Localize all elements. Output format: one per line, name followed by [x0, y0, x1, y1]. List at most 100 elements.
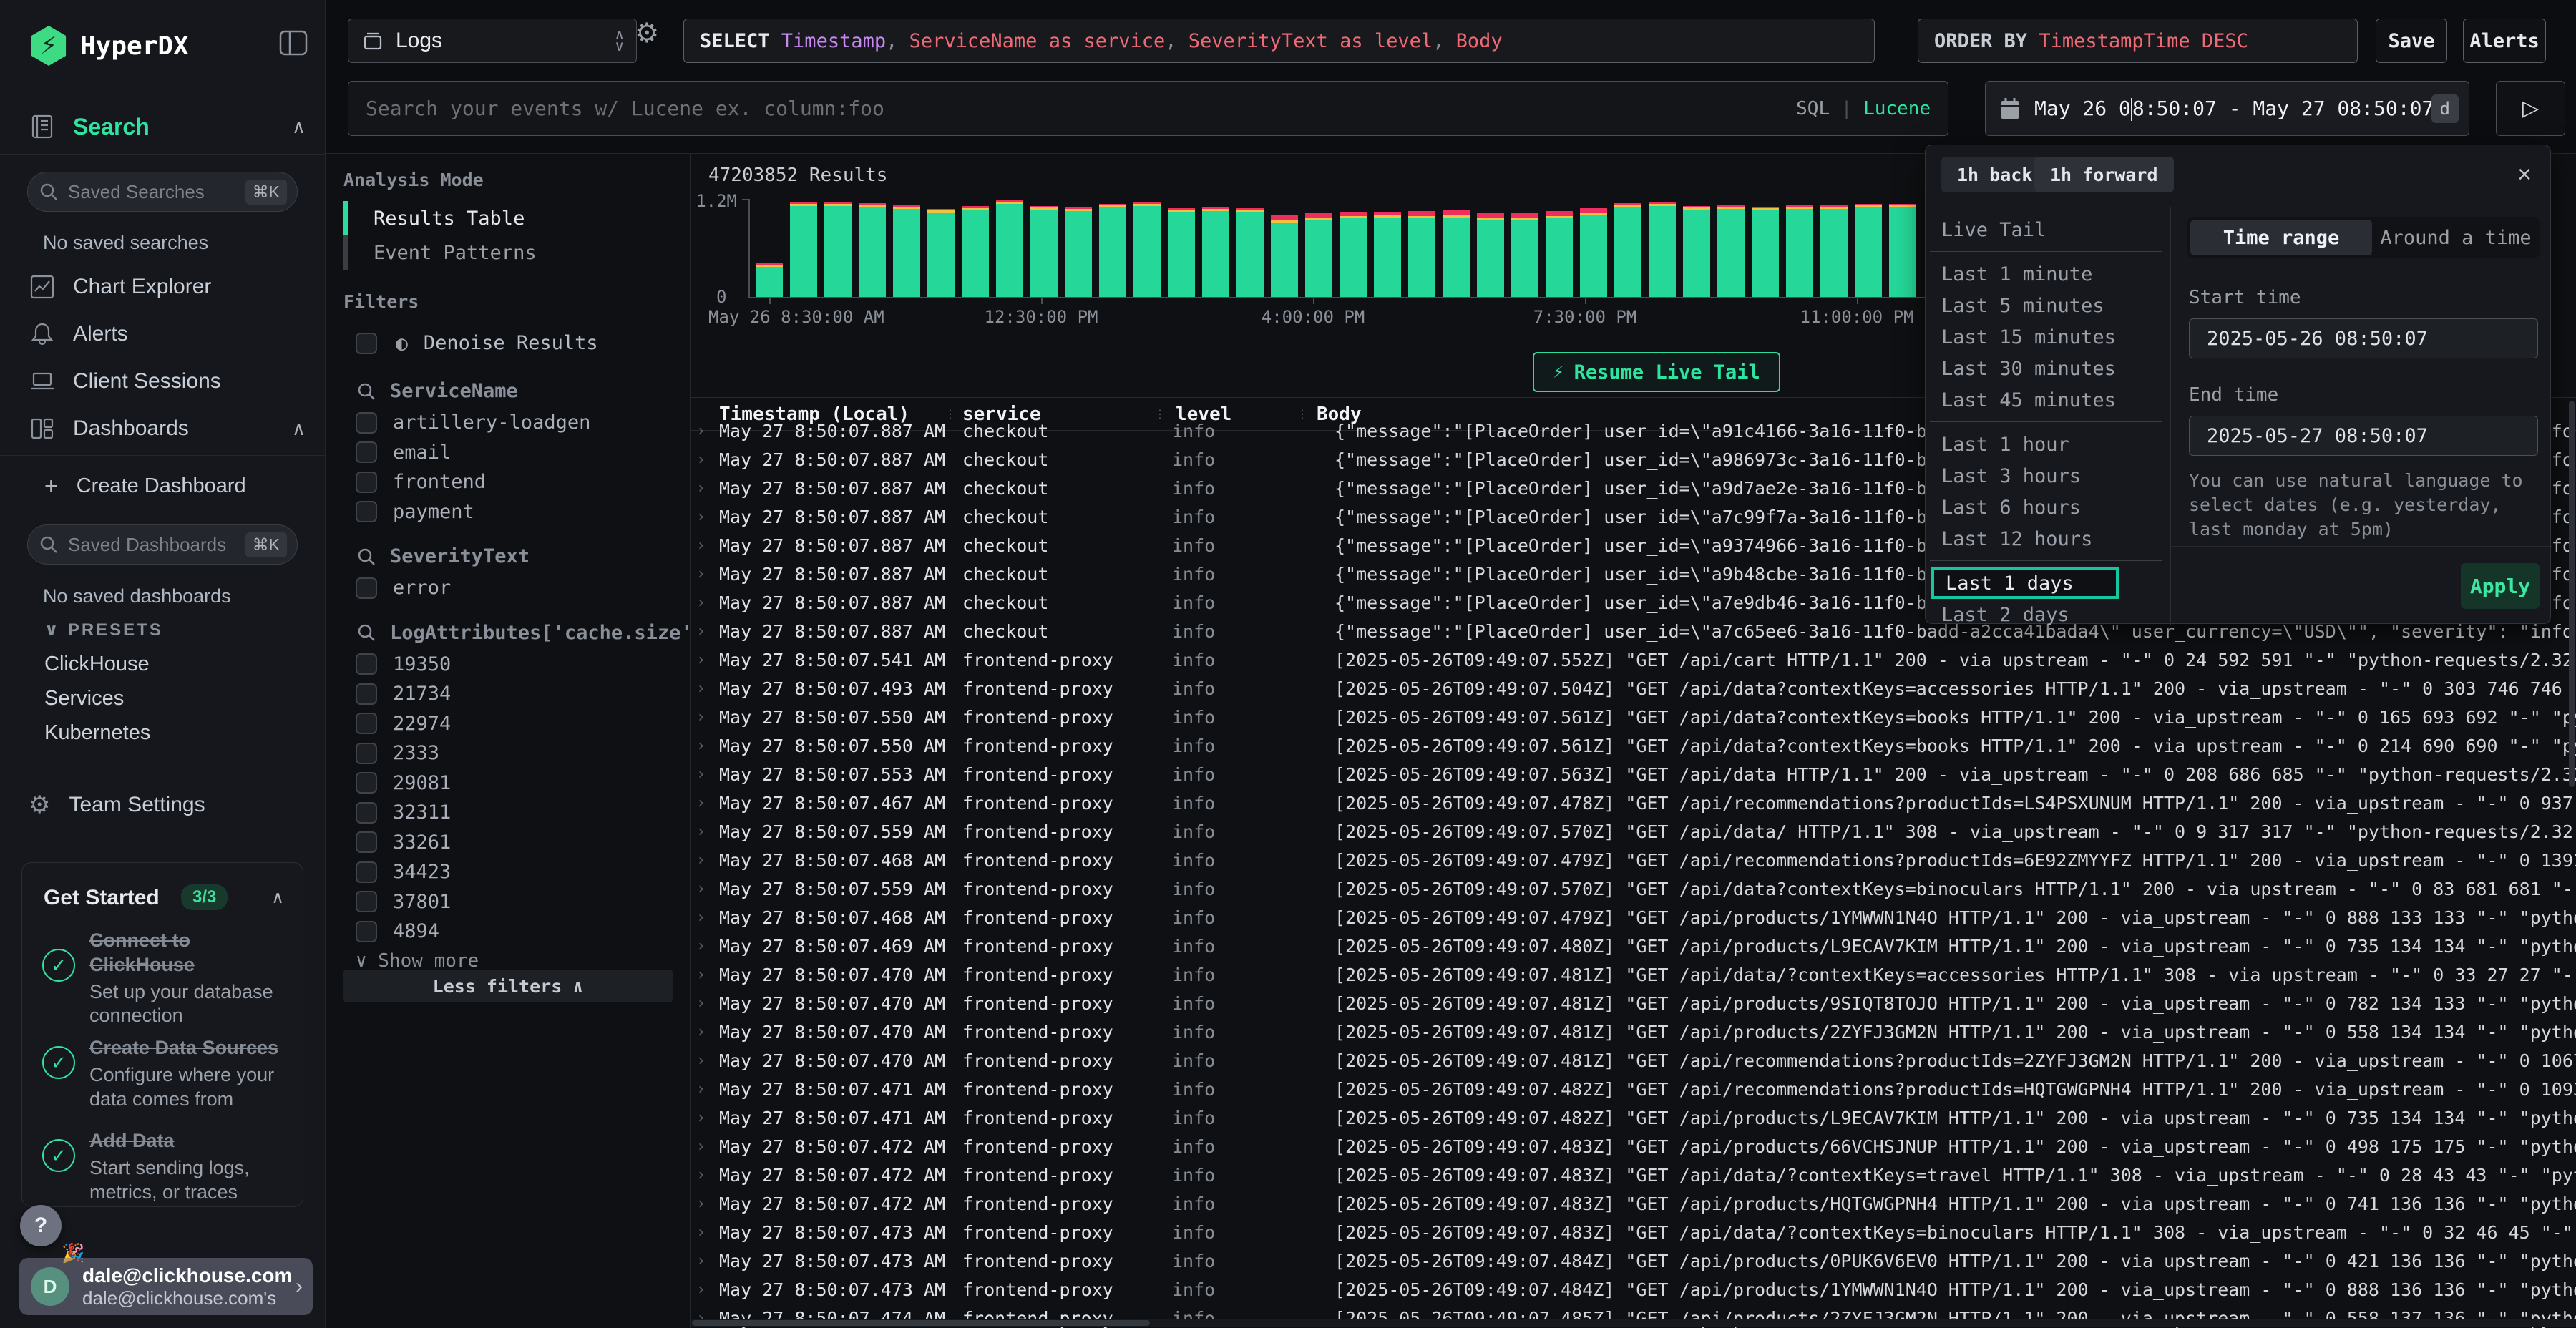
row-expand-chevron-icon[interactable]: › [696, 651, 719, 669]
log-row[interactable]: ›May 27 8:50:07.550 AMfrontend-proxyinfo… [691, 703, 2576, 731]
one-hour-back-button[interactable]: 1h back [1941, 157, 2048, 192]
log-row[interactable]: ›May 27 8:50:07.470 AMfrontend-proxyinfo… [691, 989, 2576, 1017]
log-row[interactable]: ›May 27 8:50:07.472 AMfrontend-proxyinfo… [691, 1132, 2576, 1161]
log-row[interactable]: ›May 27 8:50:07.470 AMfrontend-proxyinfo… [691, 960, 2576, 989]
saved-searches-input[interactable]: Saved Searches ⌘K [27, 172, 298, 212]
row-expand-chevron-icon[interactable]: › [696, 680, 719, 698]
log-row[interactable]: ›May 27 8:50:07.468 AMfrontend-proxyinfo… [691, 846, 2576, 874]
time-option-last-15-minutes[interactable]: Last 15 minutes [1926, 321, 2162, 353]
histogram-bar[interactable] [927, 209, 955, 297]
histogram-bar[interactable] [962, 206, 989, 297]
row-expand-chevron-icon[interactable]: › [696, 479, 719, 497]
filter-value-checkbox[interactable]: 19350 [356, 653, 451, 675]
row-expand-chevron-icon[interactable]: › [696, 737, 719, 755]
less-filters-button[interactable]: Less filters ∧ [343, 970, 673, 1002]
time-option-live-tail[interactable]: Live Tail [1926, 214, 2162, 245]
row-expand-chevron-icon[interactable]: › [696, 508, 719, 526]
histogram-bar[interactable] [756, 263, 783, 297]
get-started-item[interactable]: ✓ Create Data Sources Configure where yo… [42, 1036, 290, 1111]
mode-sql[interactable]: SQL [1796, 98, 1830, 119]
get-started-item[interactable]: ✓ Connect to ClickHouse Set up your data… [42, 929, 290, 1028]
sidebar-item-client-sessions[interactable]: Client Sessions [0, 361, 326, 402]
vertical-scrollbar-thumb[interactable] [2569, 401, 2575, 787]
log-row[interactable]: ›May 27 8:50:07.472 AMfrontend-proxyinfo… [691, 1189, 2576, 1218]
row-expand-chevron-icon[interactable]: › [696, 794, 719, 812]
histogram-bar[interactable] [1683, 206, 1710, 297]
histogram-bar[interactable] [1168, 208, 1195, 297]
resume-live-tail-button[interactable]: ⚡ Resume Live Tail [1533, 352, 1780, 392]
histogram-bar[interactable] [1271, 215, 1298, 297]
time-option-last-5-minutes[interactable]: Last 5 minutes [1926, 290, 2162, 321]
create-dashboard-button[interactable]: + Create Dashboard [0, 467, 326, 505]
log-row[interactable]: ›May 27 8:50:07.559 AMfrontend-proxyinfo… [691, 874, 2576, 903]
sql-select-input[interactable]: SELECT Timestamp, ServiceName as service… [683, 19, 1875, 63]
row-expand-chevron-icon[interactable]: › [696, 1281, 719, 1299]
tab-time-range[interactable]: Time range [2190, 220, 2372, 255]
preset-clickhouse[interactable]: ClickHouse [44, 653, 150, 676]
horizontal-scrollbar-thumb[interactable] [692, 1320, 1150, 1326]
date-range-input[interactable]: May 26 08:50:07 - May 27 08:50:07 d [1985, 81, 2469, 136]
end-time-input[interactable]: 2025-05-27 08:50:07 [2189, 416, 2538, 456]
histogram-bar[interactable] [1202, 208, 1229, 297]
histogram-bar[interactable] [1340, 212, 1367, 297]
histogram-bar[interactable] [1546, 211, 1573, 297]
time-option-last-30-minutes[interactable]: Last 30 minutes [1926, 353, 2162, 384]
filter-value-checkbox[interactable]: artillery-loadgen [356, 411, 590, 434]
log-row[interactable]: ›May 27 8:50:07.559 AMfrontend-proxyinfo… [691, 817, 2576, 846]
log-row[interactable]: ›May 27 8:50:07.473 AMfrontend-proxyinfo… [691, 1275, 2576, 1304]
filter-value-checkbox[interactable]: 34423 [356, 861, 451, 883]
filter-value-checkbox[interactable]: 32311 [356, 801, 451, 824]
row-expand-chevron-icon[interactable]: › [696, 1138, 719, 1156]
log-row[interactable]: ›May 27 8:50:07.467 AMfrontend-proxyinfo… [691, 788, 2576, 817]
apply-button[interactable]: Apply [2461, 563, 2540, 609]
row-expand-chevron-icon[interactable]: › [696, 1252, 719, 1270]
run-query-button[interactable]: ▷ [2496, 81, 2565, 136]
histogram-bar[interactable] [1374, 212, 1401, 297]
search-input[interactable]: Search your events w/ Lucene ex. column:… [348, 81, 1948, 136]
histogram-bar[interactable] [1889, 204, 1916, 297]
filter-value-checkbox[interactable]: error [356, 577, 451, 599]
close-icon[interactable]: × [2517, 161, 2532, 189]
log-row[interactable]: ›May 27 8:50:07.550 AMfrontend-proxyinfo… [691, 731, 2576, 760]
histogram-bar[interactable] [1408, 211, 1435, 297]
histogram-bar[interactable] [1752, 207, 1779, 297]
histogram-bar[interactable] [1236, 208, 1264, 297]
presets-header[interactable]: ∨ PRESETS [44, 620, 163, 640]
row-expand-chevron-icon[interactable]: › [696, 1195, 719, 1213]
row-expand-chevron-icon[interactable]: › [696, 851, 719, 869]
row-expand-chevron-icon[interactable]: › [696, 451, 719, 469]
row-expand-chevron-icon[interactable]: › [696, 1224, 719, 1241]
denoise-results-checkbox[interactable]: ◐ Denoise Results [356, 331, 598, 355]
filter-value-checkbox[interactable]: email [356, 441, 451, 464]
histogram-bar[interactable] [1580, 208, 1607, 297]
row-expand-chevron-icon[interactable]: › [696, 995, 719, 1012]
filter-value-checkbox[interactable]: frontend [356, 471, 486, 493]
log-row[interactable]: ›May 27 8:50:07.471 AMfrontend-proxyinfo… [691, 1103, 2576, 1132]
histogram-bar[interactable] [996, 200, 1023, 297]
tab-around-a-time[interactable]: Around a time [2372, 217, 2540, 258]
histogram-bar[interactable] [1099, 204, 1126, 297]
filter-value-checkbox[interactable]: 37801 [356, 891, 451, 913]
histogram-bar[interactable] [1133, 202, 1161, 297]
log-row[interactable]: ›May 27 8:50:07.553 AMfrontend-proxyinfo… [691, 760, 2576, 788]
source-settings-gear-icon[interactable]: ⚙ [635, 17, 659, 49]
histogram-bar[interactable] [1030, 206, 1058, 297]
log-row[interactable]: ›May 27 8:50:07.470 AMfrontend-proxyinfo… [691, 1017, 2576, 1046]
sidebar-collapse-icon[interactable] [278, 27, 309, 59]
log-row[interactable]: ›May 27 8:50:07.472 AMfrontend-proxyinfo… [691, 1161, 2576, 1189]
row-expand-chevron-icon[interactable]: › [696, 1080, 719, 1098]
start-time-input[interactable]: 2025-05-26 08:50:07 [2189, 318, 2538, 358]
alerts-button[interactable]: Alerts [2463, 19, 2546, 63]
row-expand-chevron-icon[interactable]: › [696, 823, 719, 841]
row-expand-chevron-icon[interactable]: › [696, 766, 719, 783]
time-option-last-1-days[interactable]: Last 1 days [1931, 567, 2119, 599]
row-expand-chevron-icon[interactable]: › [696, 880, 719, 898]
histogram-bar[interactable] [1717, 205, 1745, 297]
filter-value-checkbox[interactable]: 2333 [356, 742, 439, 764]
log-row[interactable]: ›May 27 8:50:07.493 AMfrontend-proxyinfo… [691, 674, 2576, 703]
saved-dashboards-input[interactable]: Saved Dashboards ⌘K [27, 524, 298, 565]
histogram-bar[interactable] [1477, 213, 1504, 297]
sidebar-item-team-settings[interactable]: ⚙ Team Settings [0, 784, 326, 826]
histogram-bar[interactable] [1305, 213, 1332, 297]
sidebar-item-dashboards[interactable]: Dashboards ∧ [0, 408, 326, 449]
